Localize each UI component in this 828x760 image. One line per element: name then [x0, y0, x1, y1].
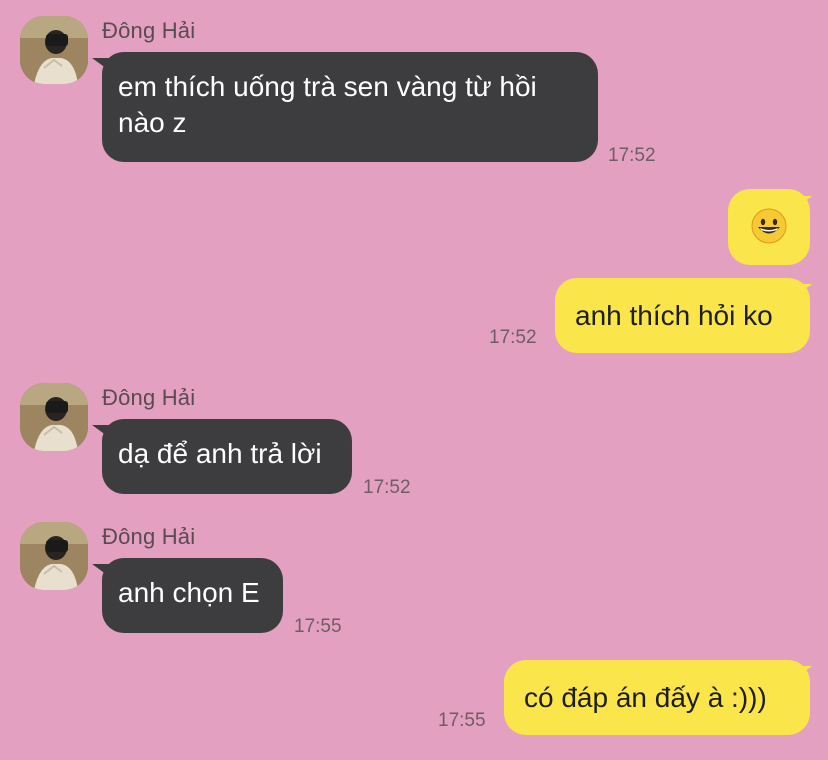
avatar-photo [20, 16, 88, 84]
outgoing-message-bubble[interactable]: anh thích hỏi ko [555, 278, 810, 353]
sender-name: Đông Hải [102, 18, 196, 43]
message-time: 17:52 [608, 145, 656, 166]
avatar-photo [20, 522, 88, 590]
message-time: 17:52 [363, 477, 411, 498]
message-text-line: em thích uống trà sen vàng từ hồi [118, 71, 537, 102]
incoming-message-bubble[interactable]: em thích uống trà sen vàng từ hồi nào z [102, 52, 598, 162]
message-time: 17:52 [489, 327, 537, 348]
contact-avatar[interactable] [20, 383, 88, 451]
outgoing-message-bubble[interactable]: có đáp án đấy à :))) [504, 660, 810, 735]
sender-name: Đông Hải [102, 524, 196, 549]
contact-avatar[interactable] [20, 522, 88, 590]
chat-thread[interactable]: Đông Hải em thích uống trà sen vàng từ h… [0, 0, 828, 760]
message-text: dạ để anh trả lời [118, 438, 322, 469]
contact-avatar[interactable] [20, 16, 88, 84]
message-text-line: nào z [118, 107, 187, 138]
message-time: 17:55 [438, 710, 486, 731]
avatar-photo [20, 383, 88, 451]
outgoing-emoji-bubble[interactable] [728, 189, 810, 265]
sender-name: Đông Hải [102, 385, 196, 410]
incoming-message-bubble[interactable]: anh chọn E [102, 558, 283, 633]
message-text: có đáp án đấy à :))) [524, 682, 767, 713]
message-time: 17:55 [294, 616, 342, 637]
grinning-face-icon [751, 208, 787, 244]
incoming-message-bubble[interactable]: dạ để anh trả lời [102, 419, 352, 494]
message-text: anh thích hỏi ko [575, 300, 773, 331]
message-text: anh chọn E [118, 577, 260, 608]
